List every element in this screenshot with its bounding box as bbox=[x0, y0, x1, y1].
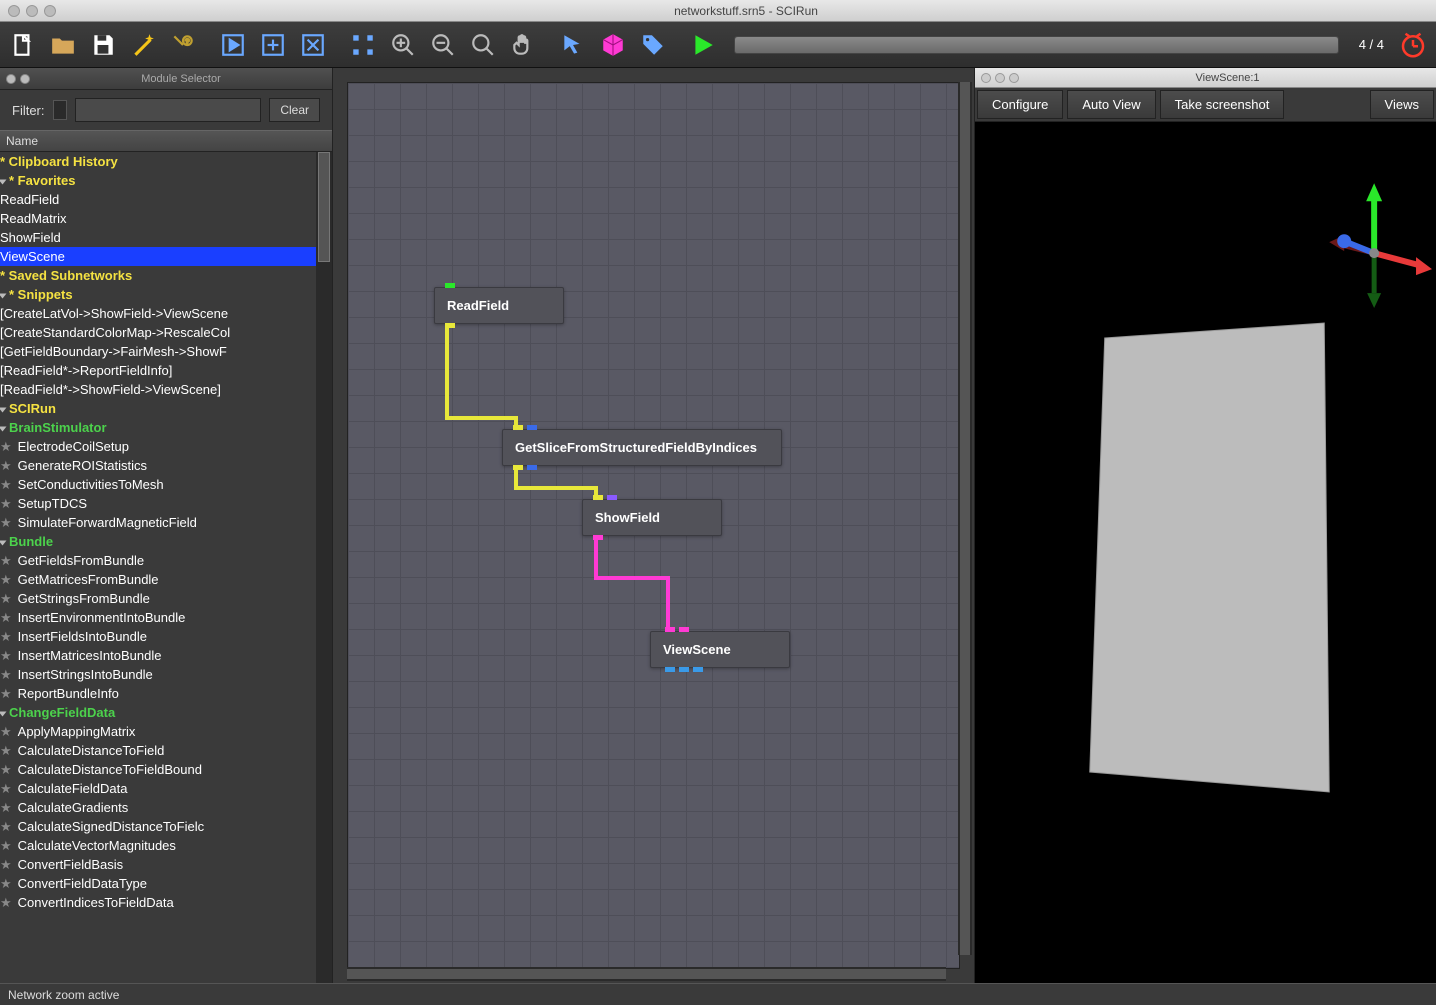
help-context-button[interactable]: ? bbox=[164, 27, 202, 63]
tree-item[interactable]: ★SetupTDCS bbox=[0, 494, 332, 513]
panel-title: Module Selector bbox=[30, 73, 332, 85]
tree-item[interactable]: [CreateStandardColorMap->RescaleCol bbox=[0, 323, 332, 342]
tree-item[interactable]: ★ApplyMappingMatrix bbox=[0, 722, 332, 741]
filter-label: Filter: bbox=[12, 103, 45, 118]
window-title: networkstuff.srn5 - SCIRun bbox=[56, 4, 1436, 18]
tree-item[interactable]: * Favorites bbox=[0, 171, 332, 190]
tree-item[interactable]: [GetFieldBoundary->FairMesh->ShowF bbox=[0, 342, 332, 361]
network-canvas-wrap: ReadField GetSliceFromStructuredFieldByIn… bbox=[333, 68, 974, 983]
main-toolbar: ? 4 / 4 bbox=[0, 22, 1436, 68]
zoom-out-button[interactable] bbox=[424, 27, 462, 63]
tree-item[interactable]: ★CalculateDistanceToFieldBound bbox=[0, 760, 332, 779]
pan-tool-button[interactable] bbox=[504, 27, 542, 63]
view-autoview-button[interactable]: Auto View bbox=[1067, 90, 1155, 119]
tree-scrollbar[interactable] bbox=[316, 152, 332, 983]
viewscene-viewport[interactable] bbox=[975, 122, 1436, 983]
clock-icon bbox=[1394, 27, 1432, 63]
tree-item[interactable]: SCIRun bbox=[0, 399, 332, 418]
tree-item[interactable]: ReadField bbox=[0, 190, 332, 209]
zoom-fit-button[interactable] bbox=[344, 27, 382, 63]
tree-item[interactable]: ★CalculateDistanceToField bbox=[0, 741, 332, 760]
module-counter: 4 / 4 bbox=[1359, 37, 1384, 52]
tree-item[interactable]: ★SimulateForwardMagneticField bbox=[0, 513, 332, 532]
canvas-v-scrollbar[interactable] bbox=[958, 82, 972, 955]
tree-item[interactable]: BrainStimulator bbox=[0, 418, 332, 437]
filter-mode-dropdown[interactable] bbox=[53, 100, 67, 120]
node-n4[interactable]: ViewScene bbox=[650, 631, 790, 668]
tree-item[interactable]: [ReadField*->ShowField->ViewScene] bbox=[0, 380, 332, 399]
tree-item[interactable]: ★CalculateGradients bbox=[0, 798, 332, 817]
svg-text:?: ? bbox=[185, 36, 189, 45]
tree-item[interactable]: ★CalculateVectorMagnitudes bbox=[0, 836, 332, 855]
tree-item[interactable]: ★CalculateFieldData bbox=[0, 779, 332, 798]
zoom-reset-button[interactable] bbox=[464, 27, 502, 63]
status-text: Network zoom active bbox=[8, 988, 119, 1002]
tree-item[interactable]: Bundle bbox=[0, 532, 332, 551]
select-tool-button[interactable] bbox=[554, 27, 592, 63]
view-title: ViewScene:1 bbox=[1019, 72, 1436, 84]
wizard-button[interactable] bbox=[124, 27, 162, 63]
tree-item[interactable]: ★InsertStringsIntoBundle bbox=[0, 665, 332, 684]
tree-item[interactable]: ★CalculateSignedDistanceToFielc bbox=[0, 817, 332, 836]
add-module-button[interactable] bbox=[254, 27, 292, 63]
tree-item[interactable]: ★InsertFieldsIntoBundle bbox=[0, 627, 332, 646]
view-zoom-button[interactable] bbox=[1009, 73, 1019, 83]
tree-item[interactable]: ★GenerateROIStatistics bbox=[0, 456, 332, 475]
tree-item[interactable]: [ReadField*->ReportFieldInfo] bbox=[0, 361, 332, 380]
tag-button[interactable] bbox=[634, 27, 672, 63]
node-n3[interactable]: ShowField bbox=[582, 499, 722, 536]
node-n2[interactable]: GetSliceFromStructuredFieldByIndices bbox=[502, 429, 782, 466]
zoom-window-button[interactable] bbox=[44, 5, 56, 17]
tree-item[interactable]: ★ReportBundleInfo bbox=[0, 684, 332, 703]
minimize-window-button[interactable] bbox=[26, 5, 38, 17]
new-file-button[interactable] bbox=[4, 27, 42, 63]
view-minimize-button[interactable] bbox=[995, 73, 1005, 83]
tree-item[interactable]: ★InsertEnvironmentIntoBundle bbox=[0, 608, 332, 627]
tree-item[interactable]: ★ConvertFieldBasis bbox=[0, 855, 332, 874]
view-screenshot-button[interactable]: Take screenshot bbox=[1160, 90, 1285, 119]
filter-input[interactable] bbox=[75, 98, 262, 122]
network-canvas[interactable]: ReadField GetSliceFromStructuredFieldByIn… bbox=[347, 82, 960, 969]
clear-filter-button[interactable]: Clear bbox=[269, 98, 320, 122]
tree-item[interactable]: * Snippets bbox=[0, 285, 332, 304]
tree-item[interactable]: ★ConvertFieldDataType bbox=[0, 874, 332, 893]
tree-item[interactable]: ★ElectrodeCoilSetup bbox=[0, 437, 332, 456]
view-configure-button[interactable]: Configure bbox=[977, 90, 1063, 119]
canvas-h-scrollbar[interactable] bbox=[347, 967, 946, 981]
progress-slider[interactable] bbox=[734, 36, 1339, 54]
package-button[interactable] bbox=[594, 27, 632, 63]
module-tree[interactable]: * Clipboard History* FavoritesReadFieldR… bbox=[0, 152, 332, 983]
tree-item[interactable]: * Saved Subnetworks bbox=[0, 266, 332, 285]
tree-item[interactable]: ★ConvertIndicesToFieldData bbox=[0, 893, 332, 912]
tree-item[interactable]: ChangeFieldData bbox=[0, 703, 332, 722]
panel-undock-button[interactable] bbox=[20, 74, 30, 84]
tree-column-header[interactable]: Name bbox=[0, 130, 332, 152]
tree-item[interactable]: ★GetStringsFromBundle bbox=[0, 589, 332, 608]
macos-titlebar: networkstuff.srn5 - SCIRun bbox=[0, 0, 1436, 22]
open-folder-button[interactable] bbox=[44, 27, 82, 63]
tree-item[interactable]: ★GetMatricesFromBundle bbox=[0, 570, 332, 589]
zoom-in-button[interactable] bbox=[384, 27, 422, 63]
tree-item[interactable]: ReadMatrix bbox=[0, 209, 332, 228]
status-bar: Network zoom active bbox=[0, 983, 1436, 1005]
remove-module-button[interactable] bbox=[294, 27, 332, 63]
tree-item[interactable]: ★SetConductivitiesToMesh bbox=[0, 475, 332, 494]
tree-item[interactable]: ★GetFieldsFromBundle bbox=[0, 551, 332, 570]
tree-item[interactable]: * Clipboard History bbox=[0, 152, 332, 171]
module-selector-panel: Module Selector Filter: Clear Name * Cli… bbox=[0, 68, 333, 983]
node-n1[interactable]: ReadField bbox=[434, 287, 564, 324]
tree-item[interactable]: [CreateLatVol->ShowField->ViewScene bbox=[0, 304, 332, 323]
save-button[interactable] bbox=[84, 27, 122, 63]
tree-item[interactable]: ViewScene bbox=[0, 247, 332, 266]
execute-button[interactable] bbox=[214, 27, 252, 63]
viewscene-panel: ViewScene:1 Configure Auto View Take scr… bbox=[974, 68, 1436, 983]
panel-close-button[interactable] bbox=[6, 74, 16, 84]
close-window-button[interactable] bbox=[8, 5, 20, 17]
tree-item[interactable]: ShowField bbox=[0, 228, 332, 247]
run-button[interactable] bbox=[684, 27, 722, 63]
view-views-button[interactable]: Views bbox=[1370, 90, 1434, 119]
view-close-button[interactable] bbox=[981, 73, 991, 83]
tree-item[interactable]: ★InsertMatricesIntoBundle bbox=[0, 646, 332, 665]
